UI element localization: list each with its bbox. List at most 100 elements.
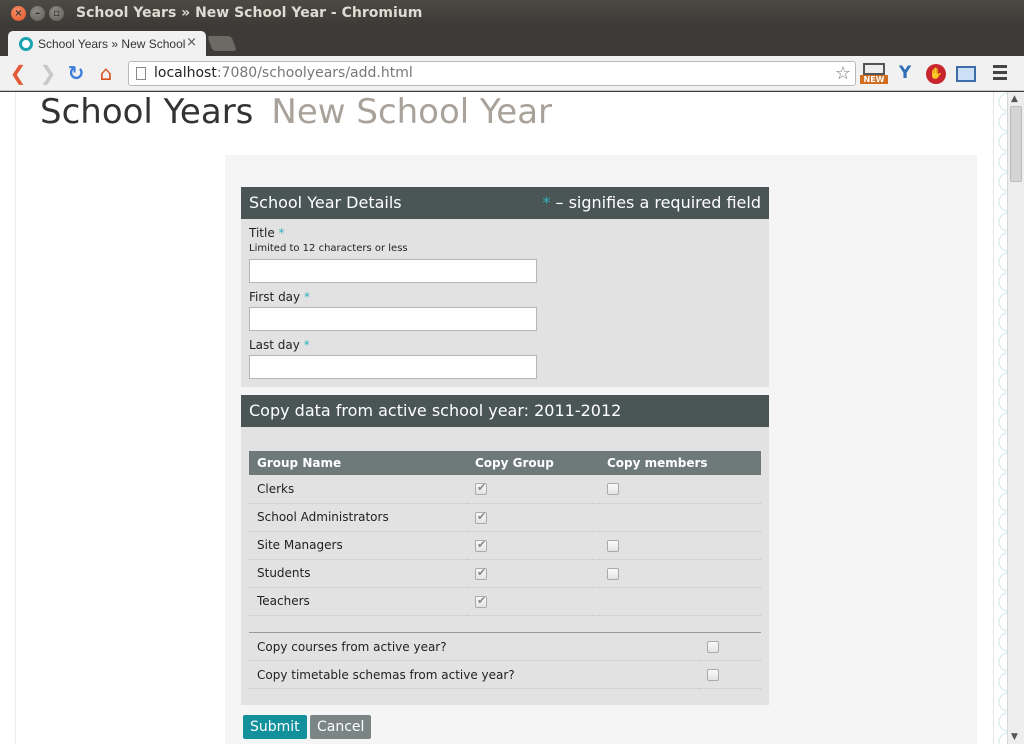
title-input[interactable]: [249, 259, 537, 283]
copy-members-cell: [599, 531, 761, 560]
address-bar[interactable]: localhost:7080/schoolyears/add.html ☆: [128, 61, 856, 86]
url-text[interactable]: localhost:7080/schoolyears/add.html: [154, 65, 413, 81]
first-day-label-text: First day: [249, 290, 301, 304]
page-heading: School Years: [40, 92, 254, 132]
copy-group-checkbox[interactable]: [475, 538, 487, 552]
cancel-button[interactable]: Cancel: [310, 715, 372, 739]
new-extension-icon[interactable]: NEW: [860, 63, 888, 85]
column-header: Group Name: [249, 451, 467, 475]
option-label: Copy timetable schemas from active year?: [249, 660, 699, 689]
browser-toolbar: ❮ ❯ ↻ ⌂ localhost:7080/schoolyears/add.h…: [0, 56, 1024, 91]
url-path: :7080/schoolyears/add.html: [216, 65, 413, 81]
new-tab-button[interactable]: [207, 36, 237, 51]
groups-header-row: Group Name Copy Group Copy members: [249, 451, 761, 475]
title-hint: Limited to 12 characters or less: [249, 243, 408, 254]
details-panel-body: Title * Limited to 12 characters or less…: [241, 219, 769, 387]
page-subheading: New School Year: [271, 92, 553, 132]
option-checkbox-cell: [699, 632, 761, 661]
window-maximize-button[interactable]: ▫: [49, 6, 64, 21]
copy-options-table: Copy courses from active year? Copy timet…: [249, 632, 761, 689]
details-panel-header: School Year Details * – signifies a requ…: [241, 187, 769, 219]
y-extension-icon[interactable]: Y: [895, 63, 915, 85]
decorative-pattern: [993, 92, 1007, 744]
window-extension-icon[interactable]: [956, 66, 976, 82]
first-day-required-star: *: [303, 290, 310, 304]
table-row: Clerks: [249, 475, 761, 504]
bookmark-star-icon[interactable]: ☆: [835, 63, 851, 84]
required-note: * – signifies a required field: [542, 187, 761, 219]
form-container: School Year Details * – signifies a requ…: [225, 155, 977, 744]
column-header: Copy members: [599, 451, 761, 475]
column-header: Copy Group: [467, 451, 599, 475]
option-checkbox[interactable]: [707, 669, 719, 681]
table-row: Teachers: [249, 587, 761, 616]
page-left-gutter: [0, 92, 16, 744]
copy-group-cell: [467, 587, 599, 616]
groups-table: Group Name Copy Group Copy members Clerk…: [249, 451, 761, 616]
forward-icon[interactable]: ❯: [36, 61, 60, 85]
tab-active[interactable]: School Years » New School Year ×: [8, 31, 206, 56]
group-name: School Administrators: [249, 503, 467, 532]
group-name: Clerks: [249, 475, 467, 504]
copy-group-cell: [467, 503, 599, 532]
copy-members-cell: [599, 503, 761, 532]
group-name: Site Managers: [249, 531, 467, 560]
vertical-scrollbar[interactable]: ▲ ▼: [1007, 92, 1024, 744]
new-extension-label: NEW: [860, 75, 888, 84]
page-title: School Years New School Year: [40, 92, 552, 132]
page-viewport: ▲ ▼ School Years New School Year School Y…: [0, 92, 1024, 744]
copy-panel-body: Group Name Copy Group Copy members Clerk…: [241, 427, 769, 705]
window-title: School Years » New School Year - Chromiu…: [76, 5, 423, 21]
first-day-label: First day *: [249, 290, 310, 304]
menu-icon[interactable]: [993, 65, 1007, 83]
copy-panel-title: Copy data from active school year: 2011-…: [249, 401, 622, 420]
title-required-star: *: [278, 226, 285, 240]
submit-button[interactable]: Submit: [243, 715, 307, 739]
copy-group-checkbox[interactable]: [475, 481, 487, 496]
home-icon[interactable]: ⌂: [94, 61, 118, 85]
scrollbar-thumb[interactable]: [1010, 106, 1022, 182]
last-day-label-text: Last day: [249, 338, 300, 352]
tab-strip: School Years » New School Year ×: [0, 28, 1024, 56]
last-day-input[interactable]: [249, 355, 537, 379]
table-row: Students: [249, 559, 761, 588]
stop-extension-icon[interactable]: ✋: [926, 64, 946, 84]
back-icon[interactable]: ❮: [6, 61, 30, 85]
copy-group-cell: [467, 559, 599, 588]
details-panel-title: School Year Details: [249, 193, 402, 212]
copy-group-checkbox[interactable]: [475, 566, 487, 580]
group-name: Students: [249, 559, 467, 588]
window-titlebar: × – ▫ School Years » New School Year - C…: [0, 0, 1024, 28]
tab-title: School Years » New School Year: [38, 37, 188, 51]
copy-group-checkbox[interactable]: [475, 594, 487, 608]
last-day-required-star: *: [303, 338, 310, 352]
copy-members-checkbox[interactable]: [607, 567, 619, 580]
copy-members-cell: [599, 587, 761, 616]
copy-group-checkbox[interactable]: [475, 510, 487, 524]
first-day-input[interactable]: [249, 307, 537, 331]
scroll-down-icon[interactable]: ▼: [1011, 732, 1018, 742]
tab-close-icon[interactable]: ×: [186, 35, 197, 50]
table-row: School Administrators: [249, 503, 761, 532]
option-checkbox-cell: [699, 660, 761, 689]
copy-members-checkbox[interactable]: [607, 539, 619, 552]
copy-group-cell: [467, 475, 599, 504]
option-row: Copy timetable schemas from active year?: [249, 660, 761, 689]
table-row: Site Managers: [249, 531, 761, 560]
window-close-button[interactable]: ×: [11, 6, 26, 21]
last-day-label: Last day *: [249, 338, 310, 352]
scroll-up-icon[interactable]: ▲: [1011, 94, 1018, 104]
favicon-icon: [19, 37, 33, 51]
reload-icon[interactable]: ↻: [64, 61, 88, 85]
url-host: localhost: [154, 65, 217, 81]
title-label-text: Title: [249, 226, 275, 240]
group-name: Teachers: [249, 587, 467, 616]
option-checkbox[interactable]: [707, 641, 719, 653]
window-minimize-button[interactable]: –: [30, 6, 45, 21]
copy-members-cell: [599, 559, 761, 588]
page-icon: [136, 67, 146, 80]
option-label: Copy courses from active year?: [249, 632, 699, 661]
copy-members-checkbox[interactable]: [607, 483, 619, 496]
copy-group-cell: [467, 531, 599, 560]
copy-members-cell: [599, 475, 761, 504]
